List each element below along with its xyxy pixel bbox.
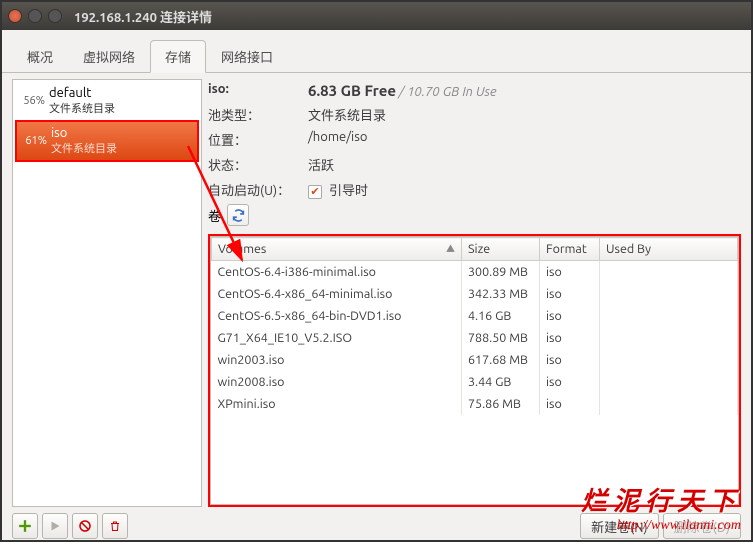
tab-overview[interactable]: 概况 — [12, 40, 68, 73]
pool-item-default[interactable]: 56% default 文件系统目录 — [15, 82, 199, 120]
window-maximize-button[interactable] — [48, 9, 62, 23]
pool-detail: iso: 6.83 GB Free / 10.70 GB In Use 池类型：… — [208, 79, 741, 507]
volume-table: Volumes▲ Size Format Used By CentOS-6.4-… — [211, 237, 738, 415]
pool-usage-pct: 56% — [19, 95, 45, 107]
table-row[interactable]: CentOS-6.5-x86_64-bin-DVD1.iso4.16 GBiso — [212, 305, 738, 327]
watermark: 烂泥行天下 http://www.ilanni.com — [581, 481, 741, 534]
state-value: 活跃 — [308, 155, 741, 174]
pool-in-use: / 10.70 GB In Use — [399, 85, 497, 99]
pool-type-value: 文件系统目录 — [308, 105, 741, 124]
autostart-checkbox[interactable] — [308, 185, 322, 199]
play-icon — [49, 520, 61, 532]
pool-name: iso — [51, 126, 193, 140]
tab-storage[interactable]: 存储 — [150, 40, 206, 73]
stop-icon — [79, 520, 91, 532]
sort-asc-icon: ▲ — [446, 242, 455, 255]
add-pool-button[interactable] — [12, 513, 38, 539]
autostart-value: 引导时 — [329, 184, 368, 198]
location-value: /home/iso — [308, 130, 741, 149]
table-row[interactable]: XPmini.iso75.86 MBiso — [212, 393, 738, 415]
pool-type-label: 池类型： — [208, 105, 308, 124]
pool-type: 文件系统目录 — [49, 100, 195, 116]
window-minimize-button[interactable] — [28, 9, 42, 23]
stop-pool-button[interactable] — [72, 513, 98, 539]
start-pool-button[interactable] — [42, 513, 68, 539]
titlebar: 192.168.1.240 连接详情 — [2, 2, 751, 30]
col-size[interactable]: Size — [462, 238, 540, 261]
trash-icon — [109, 520, 121, 532]
volumes-label: 卷 — [208, 206, 221, 225]
pool-type: 文件系统目录 — [51, 140, 193, 156]
table-row[interactable]: G71_X64_IE10_V5.2.ISO788.50 MBiso — [212, 327, 738, 349]
plus-icon — [18, 519, 32, 533]
pool-free-space: 6.83 GB Free — [308, 82, 396, 99]
tab-bar: 概况 虚拟网络 存储 网络接口 — [2, 30, 751, 73]
autostart-label: 自动启动(U)： — [208, 180, 308, 199]
annotation-highlight: 61% iso 文件系统目录 — [15, 120, 199, 162]
state-label: 状态： — [208, 155, 308, 174]
pool-usage-pct: 61% — [21, 135, 47, 147]
watermark-url: http://www.ilanni.com — [581, 518, 741, 534]
pool-detail-name-label: iso: — [208, 82, 229, 96]
pool-name: default — [49, 86, 195, 100]
window-close-button[interactable] — [8, 9, 22, 23]
table-row[interactable]: win2003.iso617.68 MBiso — [212, 349, 738, 371]
col-format[interactable]: Format — [540, 238, 600, 261]
pool-list: 56% default 文件系统目录 61% iso 文件系统目录 — [12, 79, 202, 507]
watermark-text: 烂泥行天下 — [581, 481, 741, 518]
location-label: 位置： — [208, 130, 308, 149]
window-title: 192.168.1.240 连接详情 — [74, 7, 212, 26]
tab-network-interface[interactable]: 网络接口 — [206, 40, 288, 73]
table-row[interactable]: win2008.iso3.44 GBiso — [212, 371, 738, 393]
refresh-button[interactable] — [227, 204, 249, 226]
refresh-icon — [232, 209, 245, 222]
table-row[interactable]: CentOS-6.4-x86_64-minimal.iso342.33 MBis… — [212, 283, 738, 305]
delete-pool-button[interactable] — [102, 513, 128, 539]
table-row[interactable]: CentOS-6.4-i386-minimal.iso300.89 MBiso — [212, 261, 738, 284]
col-used-by[interactable]: Used By — [600, 238, 738, 261]
tab-virtual-network[interactable]: 虚拟网络 — [68, 40, 150, 73]
volume-table-highlight: Volumes▲ Size Format Used By CentOS-6.4-… — [208, 234, 741, 507]
col-volumes[interactable]: Volumes▲ — [212, 238, 462, 261]
pool-item-iso[interactable]: 61% iso 文件系统目录 — [17, 122, 197, 160]
